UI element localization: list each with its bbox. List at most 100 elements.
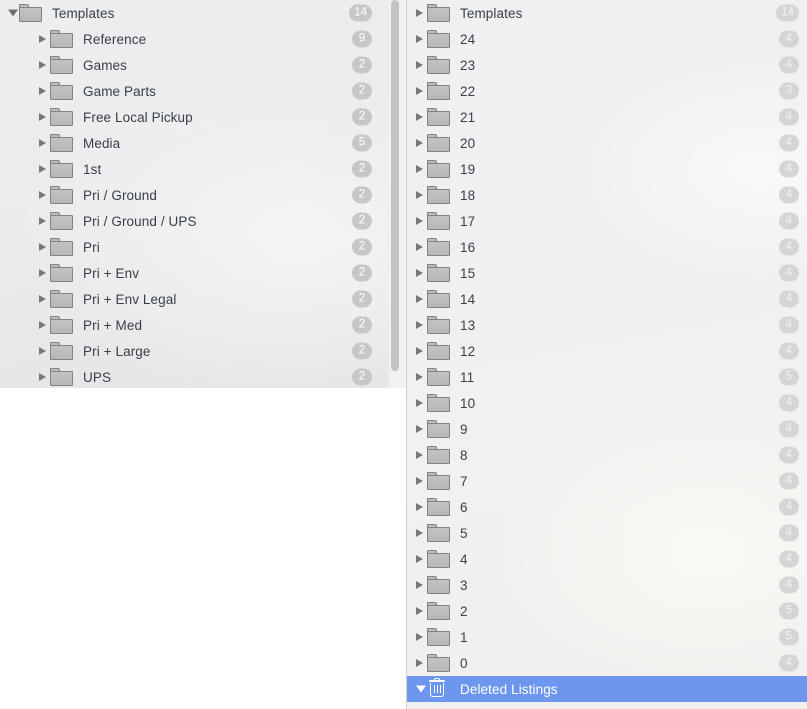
list-item[interactable]: 15 4 (407, 260, 807, 286)
tree-item[interactable]: Pri / Ground 2 (0, 182, 389, 208)
chevron-right-icon[interactable] (416, 598, 427, 624)
chevron-right-icon[interactable] (416, 468, 427, 494)
list-item[interactable]: 34 (407, 572, 807, 598)
chevron-right-icon[interactable] (416, 260, 427, 286)
chevron-right-icon[interactable] (416, 546, 427, 572)
chevron-right-icon[interactable] (39, 130, 50, 156)
tree-item[interactable]: UPS 2 (0, 364, 389, 388)
chevron-right-icon[interactable] (416, 208, 427, 234)
tree-item[interactable]: Pri + Env Legal 2 (0, 286, 389, 312)
tree-item[interactable]: Pri + Med 2 (0, 312, 389, 338)
chevron-right-icon[interactable] (416, 364, 427, 390)
list-item[interactable]: 10 4 (407, 390, 807, 416)
list-item[interactable]: 24 4 (407, 26, 807, 52)
folder-icon (50, 290, 74, 308)
chevron-right-icon[interactable] (416, 390, 427, 416)
chevron-right-icon[interactable] (39, 104, 50, 130)
tree-item[interactable]: Games 2 (0, 52, 389, 78)
list-item[interactable]: 64 (407, 494, 807, 520)
folder-icon (50, 316, 74, 334)
chevron-down-icon[interactable] (416, 676, 427, 702)
left-panel-scrollbar[interactable] (391, 0, 399, 371)
list-item[interactable]: 16 4 (407, 234, 807, 260)
right-panel: Templates 14 24 4 23 4 22 3 21 4 20 4 19 4 18 4 17 4 16 4 15… (407, 0, 807, 709)
list-item[interactable]: 11 5 (407, 364, 807, 390)
chevron-right-icon[interactable] (416, 156, 427, 182)
chevron-right-icon[interactable] (39, 52, 50, 78)
list-item[interactable]: 84 (407, 442, 807, 468)
tree-item[interactable]: Reference 9 (0, 26, 389, 52)
chevron-right-icon[interactable] (39, 260, 50, 286)
tree-item[interactable]: Pri 2 (0, 234, 389, 260)
chevron-right-icon[interactable] (416, 494, 427, 520)
item-count-badge: 4 (779, 212, 799, 230)
list-item[interactable]: Templates 14 (407, 0, 807, 26)
chevron-right-icon[interactable] (416, 26, 427, 52)
chevron-right-icon[interactable] (39, 312, 50, 338)
list-item[interactable]: 17 4 (407, 208, 807, 234)
chevron-right-icon[interactable] (416, 416, 427, 442)
chevron-right-icon[interactable] (416, 442, 427, 468)
list-item[interactable]: 94 (407, 416, 807, 442)
chevron-right-icon[interactable] (39, 156, 50, 182)
trash-icon (427, 678, 451, 699)
folder-icon (427, 290, 451, 308)
tree-item[interactable]: Pri + Env 2 (0, 260, 389, 286)
list-item[interactable]: 54 (407, 520, 807, 546)
item-label: 16 (460, 239, 476, 255)
chevron-right-icon[interactable] (416, 52, 427, 78)
list-item[interactable]: 23 4 (407, 52, 807, 78)
list-item[interactable]: 21 4 (407, 104, 807, 130)
chevron-right-icon[interactable] (416, 312, 427, 338)
tree-root-templates[interactable]: Templates 14 (0, 0, 389, 26)
item-label: 12 (460, 343, 476, 359)
chevron-right-icon[interactable] (416, 182, 427, 208)
tree-item[interactable]: Game Parts 2 (0, 78, 389, 104)
list-item[interactable]: 44 (407, 546, 807, 572)
chevron-right-icon[interactable] (39, 338, 50, 364)
chevron-down-icon[interactable] (8, 0, 19, 26)
list-item[interactable]: 20 4 (407, 130, 807, 156)
list-item[interactable]: 18 4 (407, 182, 807, 208)
chevron-right-icon[interactable] (39, 364, 50, 388)
list-item[interactable]: 15 (407, 624, 807, 650)
item-label: 17 (460, 213, 476, 229)
chevron-right-icon[interactable] (416, 130, 427, 156)
folder-icon (427, 394, 451, 412)
tree-item[interactable]: Pri / Ground / UPS 2 (0, 208, 389, 234)
list-item[interactable]: 19 4 (407, 156, 807, 182)
item-count-badge: 5 (779, 368, 799, 386)
tree-item[interactable]: Media 5 (0, 130, 389, 156)
chevron-right-icon[interactable] (416, 572, 427, 598)
chevron-right-icon[interactable] (416, 338, 427, 364)
list-item[interactable]: 74 (407, 468, 807, 494)
chevron-right-icon[interactable] (416, 650, 427, 676)
chevron-right-icon[interactable] (39, 234, 50, 260)
folder-icon (427, 472, 451, 490)
chevron-right-icon[interactable] (39, 208, 50, 234)
item-label: Pri + Large (83, 343, 151, 359)
list-item[interactable]: 12 4 (407, 338, 807, 364)
tree-item[interactable]: 1st 2 (0, 156, 389, 182)
chevron-right-icon[interactable] (416, 0, 427, 26)
chevron-right-icon[interactable] (416, 286, 427, 312)
chevron-right-icon[interactable] (416, 234, 427, 260)
chevron-right-icon[interactable] (39, 286, 50, 312)
folder-icon (50, 56, 74, 74)
chevron-right-icon[interactable] (416, 624, 427, 650)
list-item[interactable]: 04 (407, 650, 807, 676)
list-item[interactable]: 25 (407, 598, 807, 624)
folder-icon (427, 186, 451, 204)
chevron-right-icon[interactable] (39, 26, 50, 52)
chevron-right-icon[interactable] (416, 78, 427, 104)
list-item[interactable]: 13 4 (407, 312, 807, 338)
chevron-right-icon[interactable] (39, 78, 50, 104)
tree-item[interactable]: Free Local Pickup 2 (0, 104, 389, 130)
chevron-right-icon[interactable] (416, 520, 427, 546)
list-item[interactable]: 14 4 (407, 286, 807, 312)
list-item[interactable]: 22 3 (407, 78, 807, 104)
chevron-right-icon[interactable] (39, 182, 50, 208)
list-item-selected[interactable]: Deleted Listings (407, 676, 807, 702)
tree-item[interactable]: Pri + Large 2 (0, 338, 389, 364)
chevron-right-icon[interactable] (416, 104, 427, 130)
